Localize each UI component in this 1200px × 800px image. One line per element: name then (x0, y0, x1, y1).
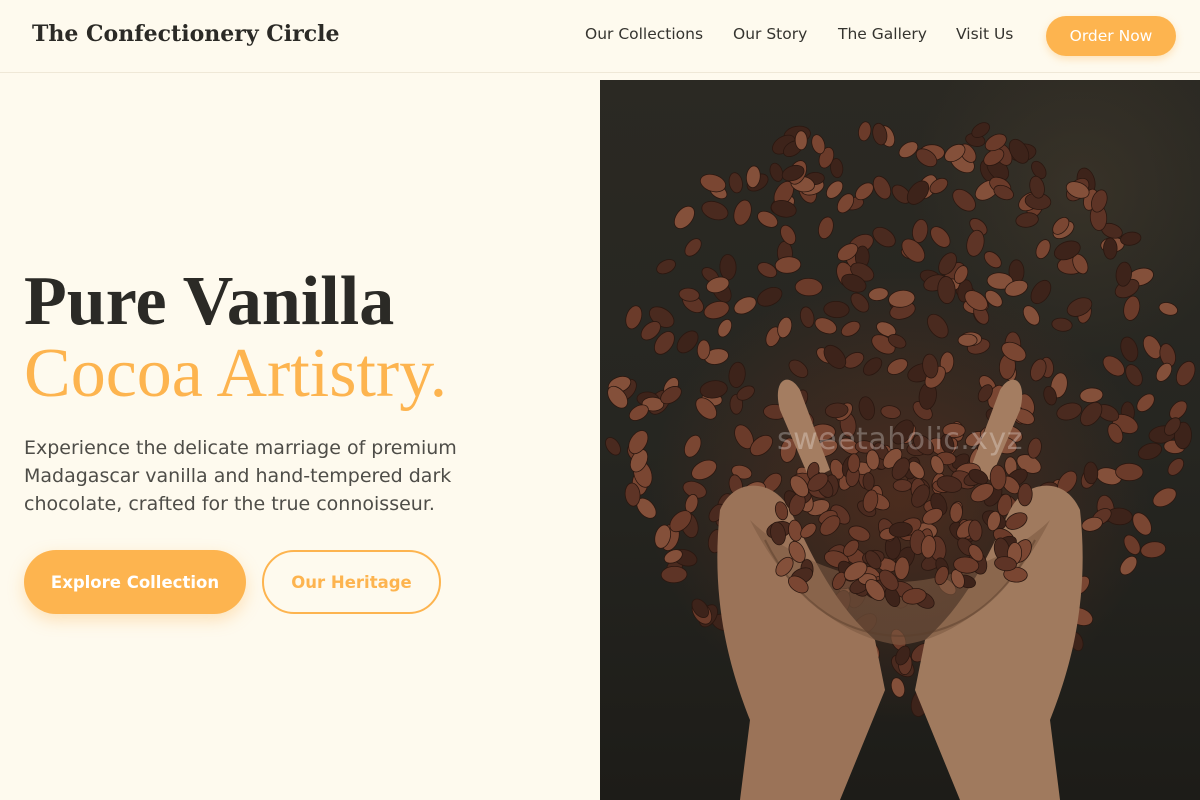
hero-headline-line2: Cocoa Artistry. (24, 335, 448, 412)
our-heritage-button[interactable]: Our Heritage (262, 550, 441, 614)
site-header: The Confectionery Circle Our Collections… (0, 0, 1200, 73)
explore-collection-button[interactable]: Explore Collection (24, 550, 246, 614)
nav-link-collections[interactable]: Our Collections (585, 25, 703, 43)
hero-headline-line1: Pure Vanilla (24, 263, 395, 340)
hero-description: Experience the delicate marriage of prem… (24, 437, 457, 515)
hero-image-cocoa-beans (600, 80, 1200, 800)
order-now-button[interactable]: Order Now (1046, 16, 1176, 56)
cocoa-beans-illustration (605, 121, 1196, 800)
nav-link-story[interactable]: Our Story (733, 25, 807, 43)
brand-logo-text[interactable]: The Confectionery Circle (32, 21, 339, 47)
nav-link-visit[interactable]: Visit Us (956, 25, 1013, 43)
nav-link-gallery[interactable]: The Gallery (838, 25, 927, 43)
